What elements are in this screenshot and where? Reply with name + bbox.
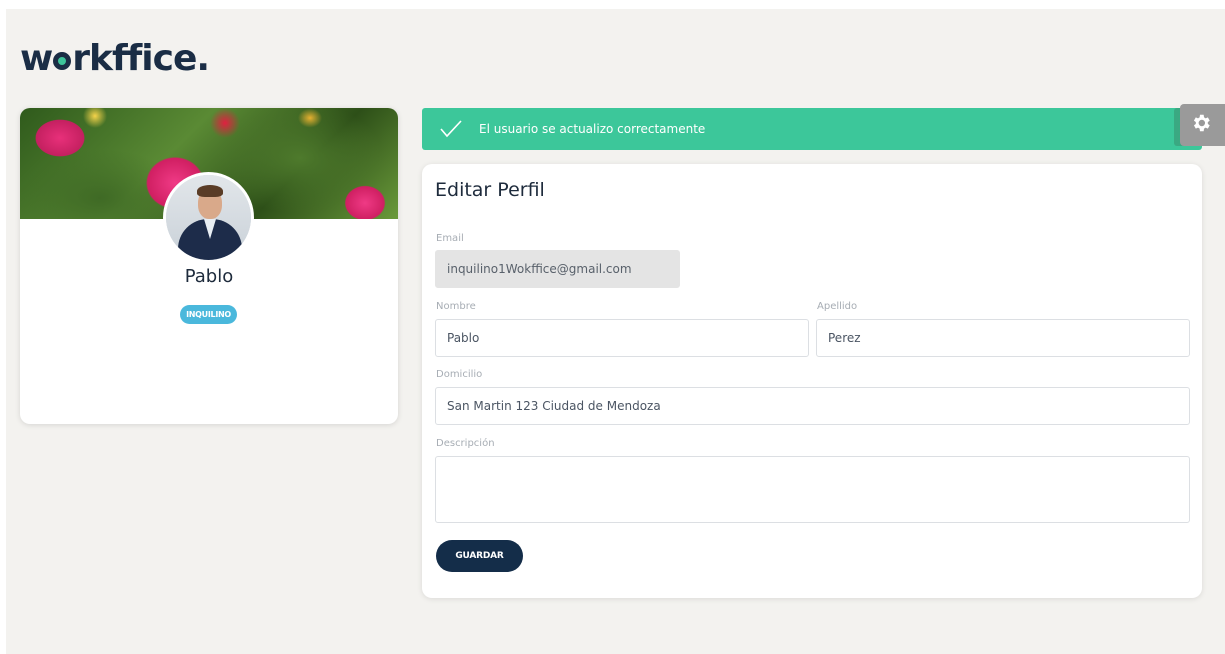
check-icon (440, 120, 462, 138)
nombre-field[interactable] (435, 319, 809, 357)
role-badge: INQUILINO (180, 305, 237, 324)
apellido-field[interactable] (816, 319, 1190, 357)
edit-profile-title: Editar Perfil (435, 179, 545, 201)
email-label: Email (436, 233, 464, 244)
workffice-logo[interactable]: w rkffice. (20, 38, 210, 79)
edit-profile-card (422, 164, 1202, 598)
alert-message: El usuario se actualizo correctamente (479, 122, 706, 136)
success-alert: El usuario se actualizo correctamente (422, 108, 1202, 150)
gear-icon (1193, 114, 1210, 132)
logo-text-suffix: rkffice. (72, 38, 210, 79)
apellido-label: Apellido (817, 301, 858, 312)
descripcion-field[interactable] (435, 456, 1190, 523)
logo-text-prefix: w (20, 38, 53, 79)
profile-name: Pablo (184, 266, 234, 287)
logo-o-icon (53, 52, 72, 70)
avatar (163, 172, 254, 263)
domicilio-field[interactable] (435, 387, 1190, 425)
descripcion-label: Descripción (436, 438, 495, 449)
email-field (435, 250, 680, 288)
save-button[interactable]: GUARDAR (436, 540, 523, 572)
domicilio-label: Domicilio (436, 369, 483, 380)
profile-card: Pablo INQUILINO (20, 108, 398, 424)
settings-toggle-button[interactable] (1180, 104, 1225, 146)
nombre-label: Nombre (436, 301, 476, 312)
